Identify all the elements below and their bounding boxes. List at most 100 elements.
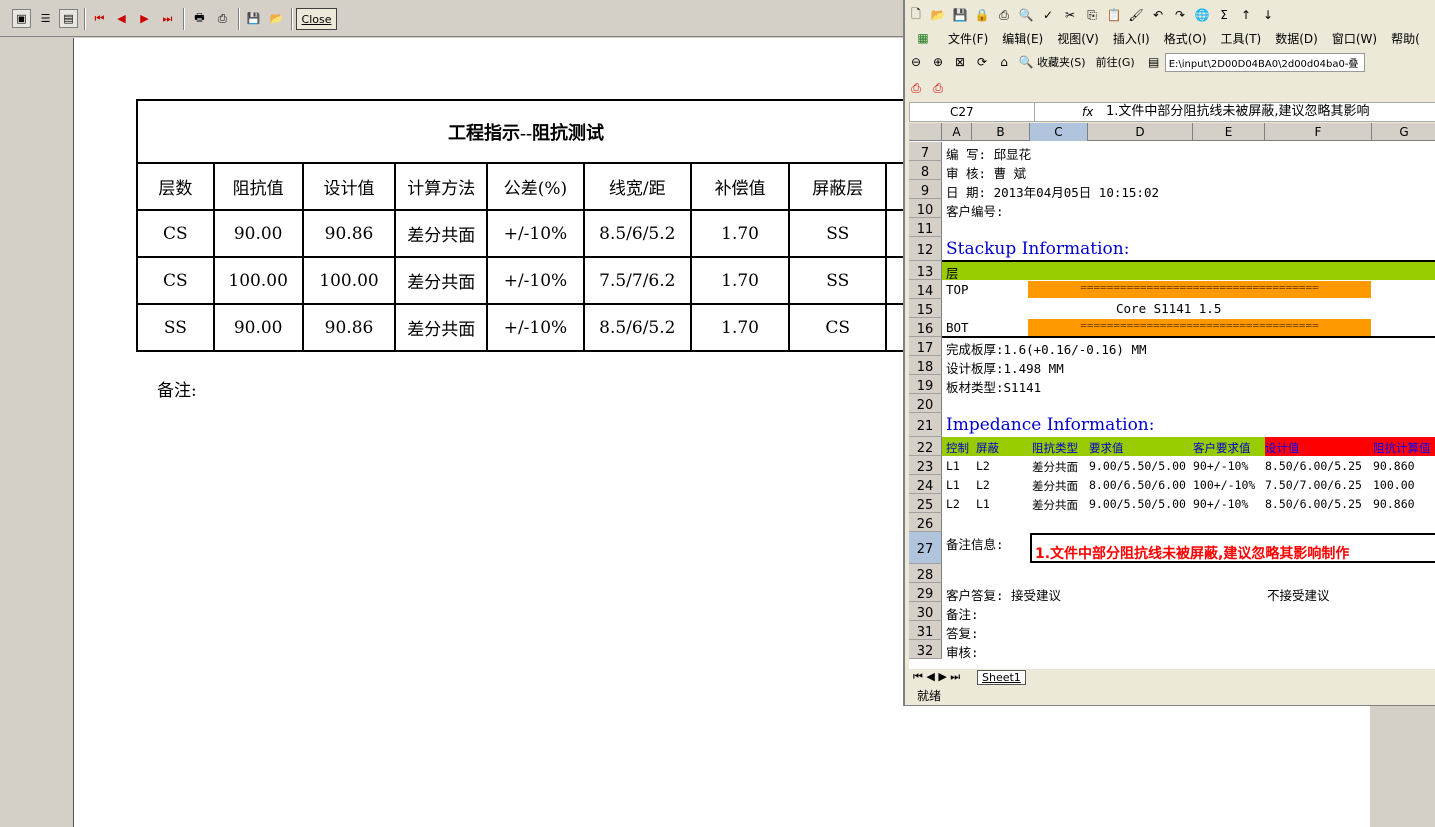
refresh-icon[interactable]: ⟳ bbox=[971, 52, 993, 72]
impedance-cell[interactable]: 7.50/7.00/6.25 bbox=[1265, 478, 1362, 492]
impedance-cell[interactable]: 90+/-10% bbox=[1193, 497, 1248, 511]
print-preview-icon[interactable]: 🔍 bbox=[1015, 5, 1037, 25]
row-header-24[interactable]: 24 bbox=[909, 475, 942, 494]
cell-row-31[interactable]: 答复: bbox=[946, 623, 979, 642]
impedance-cell[interactable]: 8.50/6.00/5.25 bbox=[1265, 459, 1362, 473]
cell-row-17[interactable]: 完成板厚:1.6(+0.16/-0.16) MM bbox=[946, 339, 1147, 358]
save-icon[interactable]: 💾 bbox=[949, 5, 971, 25]
impedance-cell[interactable]: L1 bbox=[946, 459, 960, 473]
cell-row-19[interactable]: 板材类型:S1141 bbox=[946, 377, 1041, 396]
cell-row-16[interactable]: BOT bbox=[946, 320, 969, 335]
impedance-header-cell[interactable]: 控制 bbox=[946, 440, 969, 456]
impedance-cell[interactable]: 90+/-10% bbox=[1193, 459, 1248, 473]
col-g[interactable]: G bbox=[1372, 123, 1435, 141]
row-header-13[interactable]: 13 bbox=[909, 261, 942, 280]
impedance-cell[interactable]: L2 bbox=[946, 497, 960, 511]
first-page-icon[interactable]: ⏮ bbox=[90, 9, 109, 28]
page-setup-icon[interactable]: ▤ bbox=[59, 9, 78, 28]
last-page-icon[interactable]: ⏭ bbox=[158, 9, 177, 28]
row-header-21[interactable]: 21 bbox=[909, 413, 942, 437]
row-header-23[interactable]: 23 bbox=[909, 456, 942, 475]
paste-icon[interactable]: 📋 bbox=[1103, 5, 1125, 25]
menu-edit[interactable]: 编辑(E) bbox=[1002, 30, 1043, 47]
cell-row-8[interactable]: 审 核: 曹 斌 bbox=[946, 163, 1026, 182]
impedance-header-cell[interactable]: 阻抗类型 bbox=[1032, 440, 1078, 456]
print-icon[interactable]: ⎙ bbox=[993, 5, 1015, 25]
impedance-cell[interactable]: 差分共面 bbox=[1032, 478, 1078, 494]
redo-icon[interactable]: ↷ bbox=[1169, 5, 1191, 25]
row-header-20[interactable]: 20 bbox=[909, 394, 942, 413]
print-icon[interactable]: ⎙ bbox=[213, 9, 232, 28]
menu-help[interactable]: 帮助( bbox=[1391, 30, 1420, 47]
close-button[interactable]: Close bbox=[296, 8, 337, 30]
new-icon[interactable]: 🗋 bbox=[905, 5, 927, 25]
menu-view[interactable]: 视图(V) bbox=[1057, 30, 1099, 47]
impedance-cell[interactable]: 100.00 bbox=[1373, 478, 1415, 492]
go-menu[interactable]: 前往(G) bbox=[1096, 54, 1135, 70]
cut-icon[interactable]: ✂ bbox=[1059, 5, 1081, 25]
formula-bar[interactable]: C27 fx 1.文件中部分阻抗线未被屏蔽,建议忽略其影响 bbox=[909, 102, 1435, 122]
autosum-icon[interactable]: Σ bbox=[1213, 5, 1235, 25]
impedance-header-cell[interactable]: 客户要求值 bbox=[1193, 440, 1251, 456]
row-header-25[interactable]: 25 bbox=[909, 494, 942, 513]
selected-note-cell[interactable]: 1.文件中部分阻抗线未被屏蔽,建议忽略其影响制作 bbox=[1030, 533, 1435, 563]
save-icon[interactable]: 💾 bbox=[244, 9, 263, 28]
cell-row-14[interactable]: TOP bbox=[946, 282, 969, 297]
address-field[interactable]: E:\input\2D00D04BA0\2d00d04ba0-叠 bbox=[1164, 52, 1365, 72]
impedance-cell[interactable]: 差分共面 bbox=[1032, 497, 1078, 513]
open-icon[interactable]: 📂 bbox=[927, 5, 949, 25]
col-b[interactable]: B bbox=[972, 123, 1030, 141]
sheet-tab[interactable]: Sheet1 bbox=[977, 670, 1026, 685]
impedance-cell[interactable]: 90.860 bbox=[1373, 459, 1415, 473]
row-header-22[interactable]: 22 bbox=[909, 437, 942, 456]
row-header-16[interactable]: 16 bbox=[909, 318, 942, 337]
col-d[interactable]: D bbox=[1088, 123, 1193, 141]
impedance-cell[interactable]: 90.860 bbox=[1373, 497, 1415, 511]
row-header-31[interactable]: 31 bbox=[909, 621, 942, 640]
search-icon[interactable]: 🔍 bbox=[1015, 52, 1037, 72]
impedance-cell[interactable]: 9.00/5.50/5.00 bbox=[1089, 497, 1186, 511]
hyperlink-icon[interactable]: 🌐 bbox=[1191, 5, 1213, 25]
next-page-icon[interactable]: ▶ bbox=[135, 9, 154, 28]
row-header-10[interactable]: 10 bbox=[909, 199, 942, 218]
row-header-11[interactable]: 11 bbox=[909, 218, 942, 237]
col-c[interactable]: C bbox=[1030, 123, 1088, 141]
impedance-header-cell[interactable]: 设计值 bbox=[1265, 440, 1300, 456]
fx-icon[interactable]: fx bbox=[1082, 103, 1093, 121]
row-header-28[interactable]: 28 bbox=[909, 564, 942, 583]
row-header-32[interactable]: 32 bbox=[909, 640, 942, 659]
pdf-convert-icon[interactable]: ⎙ bbox=[905, 78, 927, 98]
col-e[interactable]: E bbox=[1193, 123, 1265, 141]
impedance-cell[interactable]: 8.50/6.00/5.25 bbox=[1265, 497, 1362, 511]
cell-row-10[interactable]: 客户编号: bbox=[946, 201, 1004, 220]
copy-icon[interactable]: ⎘ bbox=[1081, 5, 1103, 25]
cell-row-7[interactable]: 编 写: 邱显花 bbox=[946, 144, 1031, 163]
reject-suggestion-label[interactable]: 不接受建议 bbox=[1267, 585, 1330, 604]
stop-icon[interactable]: ⊠ bbox=[949, 52, 971, 72]
row-header-15[interactable]: 15 bbox=[909, 299, 942, 318]
page-view-icon[interactable]: ▣ bbox=[12, 9, 31, 28]
pdf-attach-icon[interactable]: ⎙ bbox=[927, 78, 949, 98]
cell-row-30[interactable]: 备注: bbox=[946, 604, 979, 623]
forward-icon[interactable]: ⊕ bbox=[927, 52, 949, 72]
cell-row-32[interactable]: 审核: bbox=[946, 642, 979, 661]
cell-row-29[interactable]: 客户答复: 接受建议 bbox=[946, 585, 1061, 604]
spreadsheet-grid[interactable]: A B C D E F G 7编 写: 邱显花 8 审 核: 曹 斌9日 期: 20… bbox=[909, 123, 1435, 669]
sort-ascending-icon[interactable]: ↑ bbox=[1235, 5, 1257, 25]
row-header-29[interactable]: 29 bbox=[909, 583, 942, 602]
row-header-19[interactable]: 19 bbox=[909, 375, 942, 394]
menu-window[interactable]: 窗口(W) bbox=[1332, 30, 1377, 47]
row-header-7[interactable]: 7 bbox=[909, 142, 942, 161]
impedance-cell[interactable]: L1 bbox=[976, 497, 990, 511]
row-header-17[interactable]: 17 bbox=[909, 337, 942, 356]
open-icon[interactable]: 📂 bbox=[267, 9, 286, 28]
back-icon[interactable]: ⊖ bbox=[905, 52, 927, 72]
name-box[interactable]: C27 bbox=[910, 103, 1035, 121]
impedance-header-cell[interactable]: 要求值 bbox=[1089, 440, 1124, 456]
prev-page-icon[interactable]: ◀ bbox=[112, 9, 131, 28]
row-header-26[interactable]: 26 bbox=[909, 513, 942, 532]
impedance-cell[interactable]: 8.00/6.50/6.00 bbox=[1089, 478, 1186, 492]
col-f[interactable]: F bbox=[1265, 123, 1372, 141]
menu-data[interactable]: 数据(D) bbox=[1275, 30, 1318, 47]
impedance-cell[interactable]: L1 bbox=[946, 478, 960, 492]
